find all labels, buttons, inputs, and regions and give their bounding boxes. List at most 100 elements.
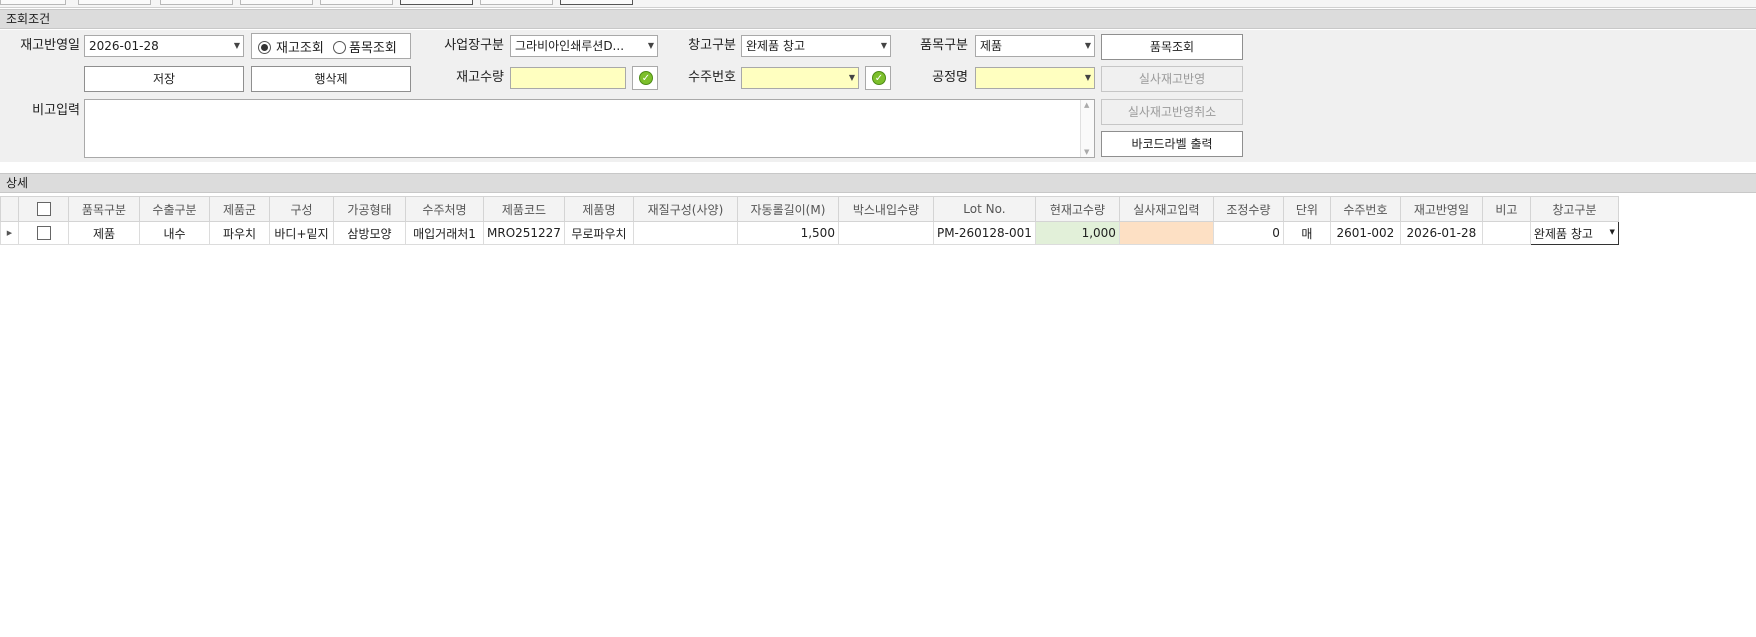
col-header[interactable]: 제품명 — [563, 196, 634, 222]
delete-row-button[interactable]: 행삭제 — [251, 66, 411, 92]
top-tab[interactable] — [160, 0, 233, 5]
save-button[interactable]: 저장 — [84, 66, 244, 92]
cell-item-type[interactable]: 제품 — [68, 221, 140, 245]
chevron-down-icon[interactable]: ▼ — [1085, 68, 1091, 88]
cell-remark[interactable] — [1481, 221, 1531, 245]
col-header[interactable]: 구성 — [269, 196, 334, 222]
col-header[interactable]: 조정수량 — [1212, 196, 1284, 222]
cell-order-no[interactable]: 2601-002 — [1329, 221, 1401, 245]
cell-stock-date[interactable]: 2026-01-28 — [1399, 221, 1483, 245]
memo-textarea[interactable]: ▲ ▼ — [84, 99, 1095, 158]
radio-selected-icon[interactable] — [258, 41, 271, 54]
select-all-checkbox[interactable] — [36, 202, 51, 217]
cell-product-group[interactable]: 파우치 — [209, 221, 270, 245]
top-tab[interactable] — [400, 0, 473, 5]
top-tab[interactable] — [78, 0, 151, 5]
query-panel: 재고반영일 2026-01-28 ▼ 재고조회 품목조회 사업장구분 그라비아인… — [0, 30, 1756, 162]
cell-material[interactable] — [632, 221, 738, 245]
item-search-button[interactable]: 품목조회 — [1101, 34, 1243, 60]
cell-product-name[interactable]: 무로파우치 — [563, 221, 634, 245]
itemtype-select[interactable]: 제품 ▼ — [975, 35, 1095, 57]
chevron-down-icon[interactable]: ▼ — [881, 36, 887, 56]
col-header[interactable]: 재고반영일 — [1399, 196, 1483, 222]
cell-composition[interactable]: 바디+밑지 — [269, 221, 334, 245]
process-label: 공정명 — [932, 70, 968, 85]
cell-unit[interactable]: 매 — [1282, 221, 1331, 245]
col-header[interactable]: 수주번호 — [1329, 196, 1401, 222]
cell-product-code[interactable]: MRO251227 — [483, 221, 565, 245]
cancel-stock-button[interactable]: 실사재고반영취소 — [1101, 99, 1243, 125]
col-header[interactable]: 자동롤길이(M) — [736, 196, 839, 222]
row-checkbox[interactable] — [36, 226, 51, 241]
cell-actual-stock-input[interactable] — [1118, 221, 1214, 245]
radio-item-label[interactable]: 품목조회 — [349, 37, 397, 56]
barcode-print-button[interactable]: 바코드라벨 출력 — [1101, 131, 1243, 157]
detail-grid: 품목구분 수출구분 제품군 구성 가공형태 수주처명 제품코드 제품명 재질구성… — [0, 196, 1619, 245]
process-select[interactable]: ▼ — [975, 67, 1095, 89]
order-select[interactable]: ▼ — [741, 67, 859, 89]
row-select-cell[interactable] — [18, 221, 69, 245]
memo-scrollbar[interactable]: ▲ ▼ — [1080, 100, 1094, 157]
top-tab[interactable] — [560, 0, 633, 5]
cell-box-qty[interactable] — [837, 221, 934, 245]
row-indicator-header — [0, 196, 19, 222]
qty-confirm-button[interactable]: ✓ — [632, 66, 658, 90]
date-picker[interactable]: 2026-01-28 ▼ — [84, 35, 244, 57]
top-tab[interactable] — [320, 0, 393, 5]
order-label: 수주번호 — [688, 70, 736, 85]
cell-customer[interactable]: 매입거래처1 — [405, 221, 484, 245]
qty-input[interactable] — [510, 67, 626, 89]
cell-process-form[interactable]: 삼방모양 — [333, 221, 406, 245]
cell-warehouse-select[interactable]: 완제품 창고 ▼ — [1529, 221, 1619, 245]
date-label: 재고반영일 — [20, 38, 80, 53]
row-indicator-icon: ▶ — [0, 221, 19, 245]
warehouse-label: 창고구분 — [688, 38, 736, 53]
check-icon: ✓ — [639, 71, 653, 85]
qty-label: 재고수량 — [456, 70, 504, 85]
col-header[interactable]: 제품코드 — [483, 196, 565, 222]
warehouse-select[interactable]: 완제품 창고 ▼ — [741, 35, 891, 57]
col-header[interactable]: 창고구분 — [1529, 196, 1619, 222]
chevron-down-icon[interactable]: ▼ — [1085, 36, 1091, 56]
chevron-down-icon[interactable]: ▼ — [849, 68, 855, 88]
cell-lot-no[interactable]: PM-260128-001 — [932, 221, 1036, 245]
site-select[interactable]: 그라비아인쇄루션D... ▼ — [510, 35, 658, 57]
col-header[interactable]: 비고 — [1481, 196, 1531, 222]
radio-item[interactable] — [333, 40, 346, 54]
col-header[interactable]: 단위 — [1282, 196, 1331, 222]
select-all-header[interactable] — [18, 196, 69, 222]
radio-stock[interactable] — [258, 40, 271, 54]
col-header[interactable]: 현재고수량 — [1034, 196, 1120, 222]
col-header[interactable]: 수출구분 — [139, 196, 210, 222]
col-header[interactable]: 실사재고입력 — [1118, 196, 1214, 222]
table-row[interactable]: ▶ 제품 내수 파우치 바디+밑지 삼방모양 매입거래처1 MRO251227 … — [0, 221, 1619, 245]
cell-export-type[interactable]: 내수 — [139, 221, 210, 245]
apply-stock-button[interactable]: 실사재고반영 — [1101, 66, 1243, 92]
chevron-down-icon[interactable]: ▼ — [1610, 223, 1615, 243]
cell-current-stock[interactable]: 1,000 — [1034, 221, 1120, 245]
scroll-down-icon[interactable]: ▼ — [1084, 148, 1089, 156]
top-tab[interactable] — [0, 0, 66, 5]
col-header[interactable]: 재질구성(사양) — [632, 196, 738, 222]
chevron-down-icon[interactable]: ▼ — [648, 36, 654, 56]
radio-unselected-icon[interactable] — [333, 41, 346, 54]
check-icon: ✓ — [872, 71, 886, 85]
cell-adjust-qty[interactable]: 0 — [1212, 221, 1284, 245]
cell-roll-length[interactable]: 1,500 — [736, 221, 839, 245]
col-header[interactable]: Lot No. — [932, 196, 1036, 222]
radio-stock-label[interactable]: 재고조회 — [276, 37, 324, 56]
col-header[interactable]: 박스내입수량 — [837, 196, 934, 222]
scroll-up-icon[interactable]: ▲ — [1084, 101, 1089, 109]
col-header[interactable]: 제품군 — [209, 196, 270, 222]
query-mode-radio-group: 재고조회 품목조회 — [251, 33, 411, 59]
top-tab[interactable] — [240, 0, 313, 5]
section-header-query: 조회조건 — [0, 9, 1756, 29]
grid-header-row: 품목구분 수출구분 제품군 구성 가공형태 수주처명 제품코드 제품명 재질구성… — [0, 196, 1619, 222]
order-confirm-button[interactable]: ✓ — [865, 66, 891, 90]
col-header[interactable]: 품목구분 — [68, 196, 140, 222]
section-header-detail: 상세 — [0, 173, 1756, 193]
chevron-down-icon[interactable]: ▼ — [234, 36, 240, 56]
col-header[interactable]: 가공형태 — [333, 196, 406, 222]
top-tab[interactable] — [480, 0, 553, 5]
col-header[interactable]: 수주처명 — [405, 196, 484, 222]
